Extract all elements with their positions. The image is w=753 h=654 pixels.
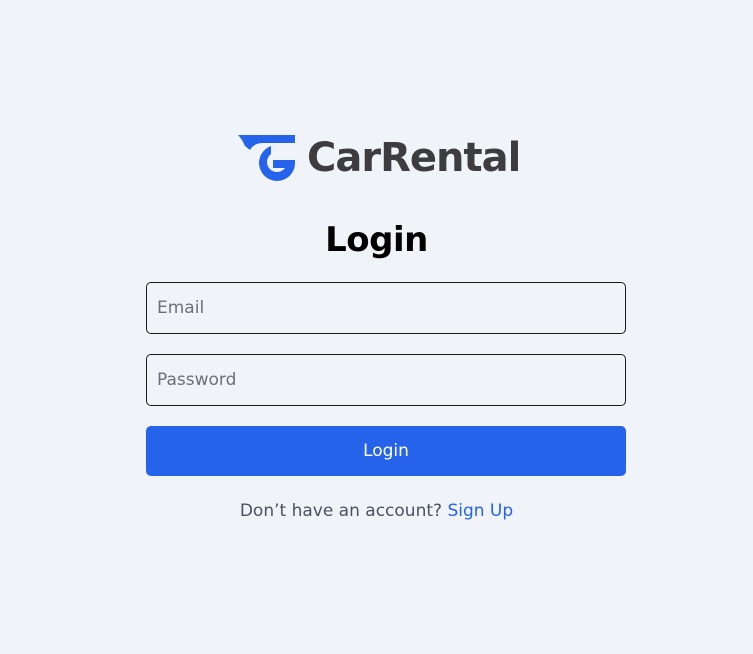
email-field[interactable]	[146, 282, 626, 334]
brand-name: CarRental	[307, 135, 521, 181]
signup-link[interactable]: Sign Up	[447, 501, 513, 521]
signup-prompt: Don’t have an account? Sign Up	[0, 498, 753, 524]
signup-prompt-text: Don’t have an account?	[239, 501, 443, 521]
carrental-logo-icon	[238, 135, 295, 181]
page-title: Login	[325, 220, 428, 260]
brand-header: CarRental	[237, 134, 521, 182]
login-page: CarRental Login Login Don’t have an acco…	[0, 0, 753, 654]
password-field[interactable]	[146, 354, 626, 406]
login-button[interactable]: Login	[146, 426, 626, 476]
